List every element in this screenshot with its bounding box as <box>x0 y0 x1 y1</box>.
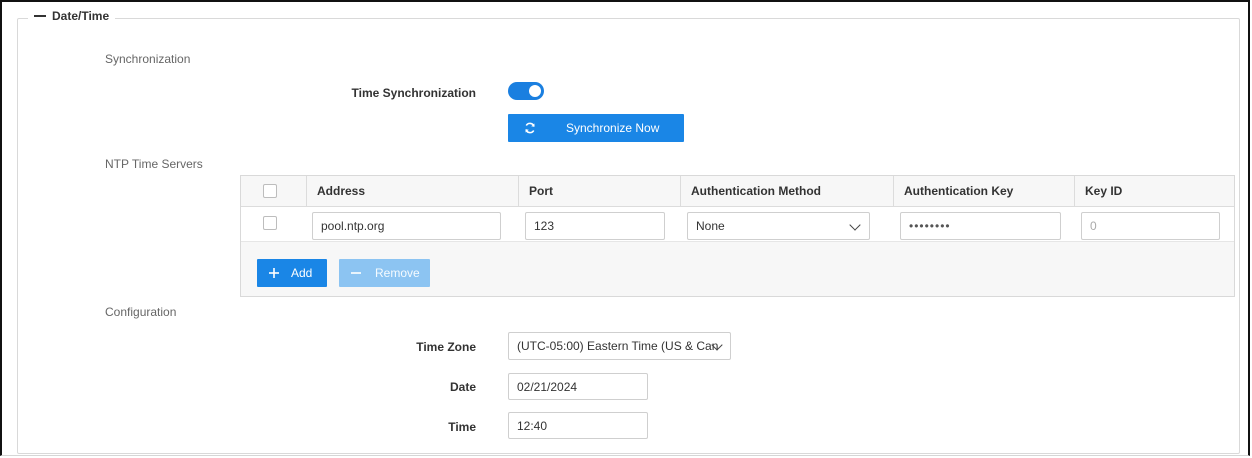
add-button[interactable]: Add <box>257 259 327 287</box>
table-header: Address Port Authentication Method Authe… <box>241 176 1234 207</box>
column-header-key-id: Key ID <box>1074 176 1234 206</box>
date-input[interactable]: 02/21/2024 <box>508 373 648 400</box>
column-header-auth-key: Authentication Key <box>893 176 1074 206</box>
time-zone-value: (UTC-05:00) Eastern Time (US & Can <box>517 339 719 353</box>
address-input[interactable]: pool.ntp.org <box>312 212 501 240</box>
ntp-heading: NTP Time Servers <box>105 157 203 171</box>
add-label: Add <box>291 266 313 280</box>
column-header-port: Port <box>518 176 680 206</box>
port-input[interactable]: 123 <box>525 212 665 240</box>
synchronization-heading: Synchronization <box>105 52 191 66</box>
synchronize-now-button[interactable]: Synchronize Now <box>508 114 684 142</box>
minus-icon <box>351 272 361 274</box>
toggle-knob <box>529 85 541 97</box>
remove-label: Remove <box>375 266 420 280</box>
column-header-auth-method: Authentication Method <box>680 176 893 206</box>
time-sync-toggle[interactable] <box>508 82 544 100</box>
section-title: Date/Time <box>52 9 110 23</box>
time-sync-label: Time Synchronization <box>351 86 476 100</box>
synchronize-now-label: Synchronize Now <box>566 121 660 135</box>
select-all-checkbox[interactable] <box>263 184 277 198</box>
auth-key-input[interactable]: •••••••• <box>900 212 1061 240</box>
table-row: pool.ntp.org 123 None •••••••• 0 <box>241 207 1234 242</box>
configuration-heading: Configuration <box>105 305 177 319</box>
ntp-servers-table: Address Port Authentication Method Authe… <box>240 175 1235 297</box>
chevron-down-icon <box>849 219 861 231</box>
time-input[interactable]: 12:40 <box>508 412 648 439</box>
time-label: Time <box>448 420 476 434</box>
key-id-input[interactable]: 0 <box>1081 212 1220 240</box>
remove-button[interactable]: Remove <box>339 259 430 287</box>
datetime-section-toggle[interactable]: Date/Time <box>28 9 116 23</box>
auth-method-value: None <box>696 219 725 233</box>
column-header-address: Address <box>306 176 518 206</box>
minus-icon <box>34 15 46 17</box>
refresh-icon <box>525 122 535 134</box>
time-zone-label: Time Zone <box>416 340 476 354</box>
plus-icon <box>269 268 279 278</box>
date-label: Date <box>449 380 476 394</box>
time-zone-select[interactable]: (UTC-05:00) Eastern Time (US & Can <box>508 332 731 360</box>
row-checkbox[interactable] <box>263 216 277 230</box>
auth-method-select[interactable]: None <box>687 212 870 240</box>
